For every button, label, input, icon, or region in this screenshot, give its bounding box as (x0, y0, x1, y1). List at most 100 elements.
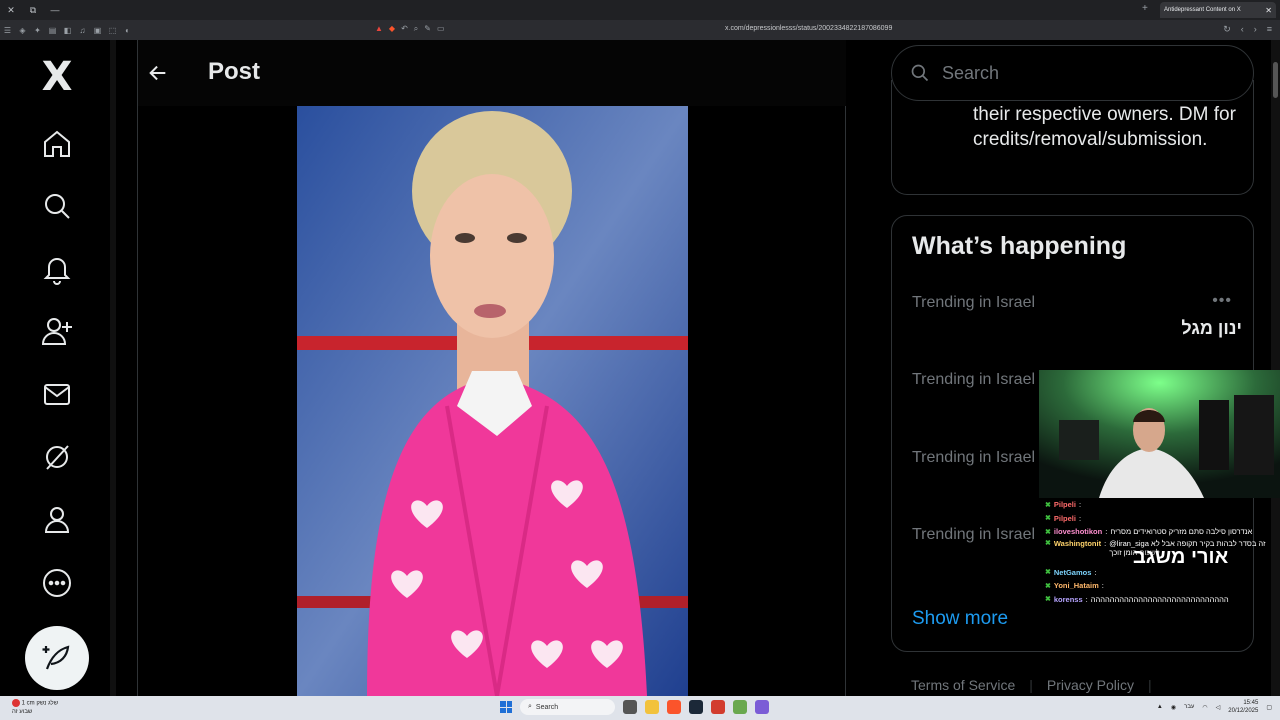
language-indicator[interactable]: עבר (1184, 704, 1194, 710)
reload-icon[interactable]: ↻ (1223, 24, 1231, 35)
chat-user: Washingtonit (1053, 538, 1102, 548)
trend-item[interactable]: Trending in Israel ••• ינון מגל (912, 292, 1242, 338)
nav-follow[interactable] (30, 304, 84, 358)
nav-notifications[interactable] (30, 242, 84, 296)
tab-title: Antidepressant Content on X (1164, 7, 1241, 13)
nav-messages[interactable] (30, 367, 84, 421)
webcam-feed (1039, 370, 1280, 498)
post-video[interactable] (297, 106, 688, 696)
home-icon (44, 130, 70, 157)
post-header: Post (138, 40, 846, 106)
chat-user: Pilpeli (1053, 500, 1076, 510)
minimize-window-icon[interactable]: — (44, 5, 66, 15)
menu-icon[interactable]: ≡ (1267, 24, 1272, 35)
arrow-left-icon (149, 65, 166, 81)
steam-icon[interactable] (689, 700, 703, 714)
translate-icon[interactable]: ✎ (424, 24, 431, 34)
trend-name: ינון מגל (1181, 318, 1242, 338)
bell-icon (43, 258, 71, 285)
address-bar-url[interactable]: x.com/depressionlesss/status/20023348221… (725, 25, 892, 32)
page-title: Post (208, 58, 261, 85)
shield-icon[interactable]: ◈ (15, 26, 30, 35)
task-view-icon[interactable] (623, 700, 637, 714)
cast-icon[interactable]: ▭ (437, 24, 445, 34)
close-tab-icon[interactable]: ✕ (1265, 6, 1272, 15)
back-icon[interactable]: ‹ (1241, 24, 1244, 35)
x-logo-link[interactable]: X (30, 50, 84, 104)
chevron-up-icon[interactable]: ▲ (1157, 704, 1163, 710)
app-icon[interactable] (711, 700, 725, 714)
wallet-icon[interactable]: ◐ (120, 26, 135, 35)
chat-user: Yoni_Hataim (1053, 581, 1099, 591)
webcam-overlay (1039, 370, 1280, 498)
nav-grok[interactable] (30, 430, 84, 484)
puzzle-icon[interactable]: ⬚ (105, 26, 120, 35)
nav-explore[interactable] (30, 179, 84, 233)
weather-line2: שבוע זה (12, 708, 33, 715)
feather-icon (42, 645, 70, 670)
nav-home[interactable] (30, 117, 84, 171)
nav-more[interactable] (30, 556, 84, 610)
wifi-icon[interactable]: ◠ (1202, 704, 1207, 711)
search-input[interactable]: Search (891, 45, 1254, 101)
chat-line: ✖ Pilpeli : (1045, 500, 1082, 510)
start-button[interactable] (500, 701, 512, 713)
chat-message: אנדרסון סילבה סתם מזריק סטרואידים מסריח (1110, 527, 1253, 537)
streamer-name-overlay: אורי משגב (1133, 546, 1229, 568)
weather-icon (12, 699, 20, 707)
file-explorer-icon[interactable] (645, 700, 659, 714)
x-logo: X (41, 54, 73, 100)
weather-line1: 1 cm שלג נשק (21, 700, 59, 707)
back-button[interactable] (138, 53, 178, 93)
mod-badge-icon: ✖ (1045, 582, 1051, 590)
restore-window-icon[interactable]: ⧉ (22, 5, 44, 16)
brave-browser-icon[interactable] (667, 700, 681, 714)
search-icon: ⌕ (528, 703, 532, 710)
volume-icon[interactable]: ◁ (1216, 704, 1221, 711)
music-icon[interactable]: ♫ (75, 26, 90, 35)
browser-titlebar: ✕ ⧉ — (0, 0, 1280, 20)
extensions-icon[interactable]: ✦ (30, 26, 45, 35)
video-frame (297, 106, 688, 696)
chat-user: iloveshotikon (1053, 527, 1103, 537)
system-tray: ▲ ◉ עבר ◠ ◁ 15:45 20/12/2025 ▢ (1157, 699, 1272, 715)
undo-icon[interactable]: ↶ (401, 24, 408, 34)
new-tab-icon[interactable]: + (1142, 3, 1148, 14)
brave-shield-icon[interactable]: ◆ (389, 24, 395, 34)
mail-icon (44, 384, 70, 405)
alert-icon[interactable]: ▲ (375, 24, 383, 34)
obs-icon[interactable] (755, 700, 769, 714)
notifications-icon[interactable]: ▢ (1266, 704, 1272, 711)
chat-line: ✖ Pilpeli : (1045, 513, 1082, 523)
close-window-icon[interactable]: ✕ (0, 5, 22, 16)
nav-scrollbar[interactable] (110, 40, 116, 696)
reader-icon[interactable]: ▤ (45, 26, 60, 35)
tabs-icon[interactable]: ▣ (90, 26, 105, 35)
left-navigation: X (0, 40, 115, 696)
taskbar-search[interactable]: ⌕ Search (520, 699, 615, 715)
address-bar-icons: ▲ ◆ ↶ ⌕ ✎ ▭ (375, 24, 445, 34)
trend-meta: Trending in Israel (912, 294, 1036, 311)
browser-tab[interactable]: Antidepressant Content on X ✕ (1160, 2, 1276, 18)
privacy-link[interactable]: Privacy Policy (1047, 677, 1134, 693)
sidebar-toggle-icon[interactable]: ☰ (0, 26, 15, 35)
browser-toolbar: ☰ ◈ ✦ ▤ ◧ ♫ ▣ ⬚ ◐ (0, 20, 1280, 40)
app-icon[interactable] (733, 700, 747, 714)
weather-widget[interactable]: 1 cm שלג נשק שבוע זה (12, 699, 58, 716)
split-view-icon[interactable]: ◧ (60, 26, 75, 35)
show-more-link[interactable]: Show more (912, 608, 1008, 630)
more-options-icon[interactable]: ••• (1212, 292, 1232, 310)
zoom-icon[interactable]: ⌕ (414, 24, 418, 34)
network-icon[interactable]: ◉ (1171, 704, 1176, 711)
chat-user: korenss (1053, 594, 1083, 604)
compose-post-button[interactable] (25, 626, 89, 690)
scrollbar-thumb[interactable] (1273, 62, 1278, 98)
forward-icon[interactable]: › (1254, 24, 1257, 35)
terms-link[interactable]: Terms of Service (911, 677, 1015, 693)
clock[interactable]: 15:45 20/12/2025 (1228, 699, 1258, 715)
clock-time: 15:45 (1243, 700, 1259, 706)
nav-profile[interactable] (30, 493, 84, 547)
search-icon (911, 64, 929, 82)
search-icon (45, 194, 70, 219)
person-icon (44, 507, 70, 533)
